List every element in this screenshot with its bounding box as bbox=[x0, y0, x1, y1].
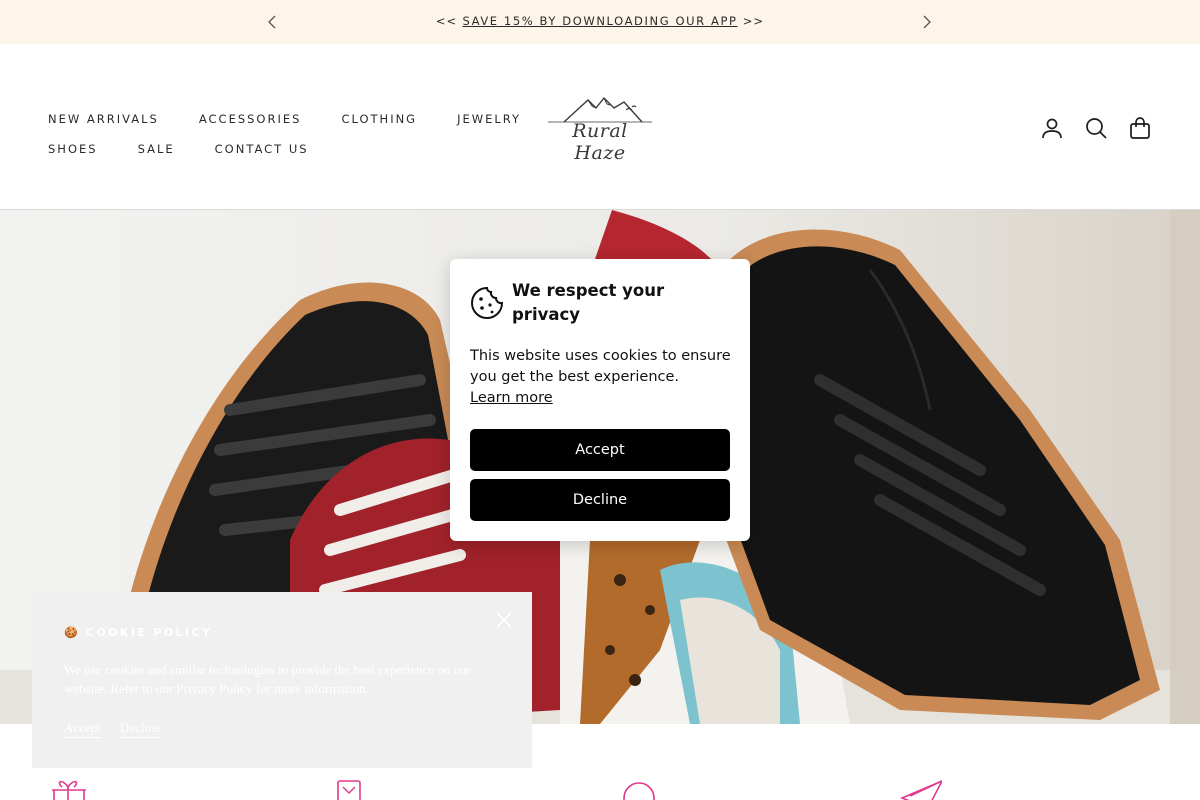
nav-item-jewelry[interactable]: JEWELRY bbox=[457, 112, 521, 126]
cookie-decline-link[interactable]: Decline bbox=[119, 720, 161, 738]
announcement-message: << SAVE 15% BY DOWNLOADING OUR APP >> bbox=[0, 14, 1200, 28]
decline-button[interactable]: Decline bbox=[470, 479, 730, 521]
modal-title: We respect your privacy bbox=[512, 281, 665, 324]
nav-item-sale[interactable]: SALE bbox=[138, 142, 175, 156]
privacy-modal: We respect your privacy This website use… bbox=[450, 259, 750, 541]
nav-row: NEW ARRIVALS ACCESSORIES CLOTHING JEWELR… bbox=[48, 104, 521, 134]
site-header: NEW ARRIVALS ACCESSORIES CLOTHING JEWELR… bbox=[0, 44, 1200, 210]
account-icon[interactable] bbox=[1040, 116, 1064, 140]
announcement-prefix: << bbox=[435, 14, 458, 28]
search-icon[interactable] bbox=[1084, 116, 1108, 140]
modal-body: This website uses cookies to ensure you … bbox=[470, 346, 732, 409]
site-logo[interactable]: Rural Haze bbox=[544, 94, 656, 164]
announcement-suffix: >> bbox=[742, 14, 765, 28]
nav-item-shoes[interactable]: SHOES bbox=[48, 142, 98, 156]
cookie-policy-text: We use cookies and similar technologies … bbox=[64, 662, 471, 696]
logo-wordmark: Rural Haze bbox=[572, 120, 628, 164]
nav-item-contact-us[interactable]: CONTACT US bbox=[215, 142, 309, 156]
nav-item-clothing[interactable]: CLOTHING bbox=[341, 112, 417, 126]
cookie-policy-heading: COOKIE POLICY bbox=[85, 626, 213, 639]
cookie-emoji: 🍪 bbox=[64, 626, 78, 639]
announcement-bar: << SAVE 15% BY DOWNLOADING OUR APP >> bbox=[0, 0, 1200, 44]
cookie-policy-panel: 🍪 COOKIE POLICY We use cookies and simil… bbox=[32, 592, 532, 768]
announcement-link[interactable]: SAVE 15% BY DOWNLOADING OUR APP bbox=[462, 14, 737, 28]
learn-more-link[interactable]: Learn more bbox=[470, 390, 553, 406]
main-nav: NEW ARRIVALS ACCESSORIES CLOTHING JEWELR… bbox=[48, 104, 521, 164]
close-icon[interactable] bbox=[494, 610, 514, 630]
cookie-policy-title: 🍪 COOKIE POLICY bbox=[64, 626, 212, 639]
cookie-accept-link[interactable]: Accept bbox=[64, 720, 101, 738]
cookie-policy-actions: Accept Decline bbox=[64, 717, 174, 738]
nav-row: SHOES SALE CONTACT US bbox=[48, 134, 518, 164]
chevron-right-icon[interactable] bbox=[916, 12, 936, 32]
gift-icon bbox=[52, 780, 86, 800]
paper-plane-icon bbox=[899, 780, 942, 800]
nav-item-new-arrivals[interactable]: NEW ARRIVALS bbox=[48, 112, 159, 126]
nav-item-accessories[interactable]: ACCESSORIES bbox=[199, 112, 302, 126]
badge-icon bbox=[337, 780, 361, 800]
modal-body-text: This website uses cookies to ensure you … bbox=[470, 348, 731, 385]
cart-icon[interactable] bbox=[1128, 116, 1152, 140]
accept-button[interactable]: Accept bbox=[470, 429, 730, 471]
chat-icon bbox=[623, 782, 655, 800]
cookie-icon bbox=[471, 286, 504, 319]
